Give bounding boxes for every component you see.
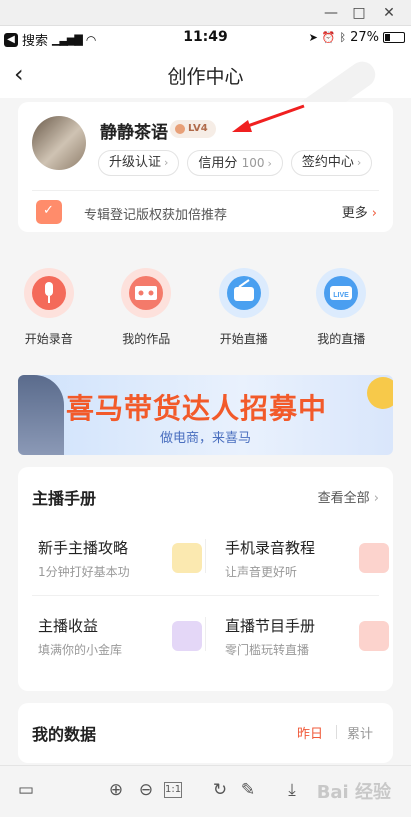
level-icon xyxy=(175,124,185,134)
divider xyxy=(32,190,379,191)
promo-banner[interactable]: 喜马带货达人招募中 做电商，来喜马 xyxy=(18,375,393,455)
coin-icon xyxy=(367,377,393,409)
credit-score-button[interactable]: 信用分 100 › xyxy=(187,150,283,176)
view-all-label: 查看全部 xyxy=(317,491,370,506)
maximize-button[interactable]: □ xyxy=(350,4,368,22)
radio-icon xyxy=(218,268,269,318)
chevron-right-icon: › xyxy=(356,156,362,169)
chevron-right-icon: › xyxy=(267,157,272,170)
phone-record-icon xyxy=(359,543,389,573)
quick-action-label: 我的作品 xyxy=(122,332,171,346)
promo-text[interactable]: 专辑登记版权获加倍推荐 xyxy=(84,204,227,223)
pill-label: 升级认证 xyxy=(109,155,162,170)
rotate-icon[interactable]: ↻ xyxy=(208,778,232,802)
quick-action-label: 开始直播 xyxy=(219,332,268,346)
level-label: LV4 xyxy=(188,123,208,134)
quick-action-my-live[interactable]: LIVE 我的直播 xyxy=(293,262,391,352)
quick-action-my-works[interactable]: 我的作品 xyxy=(98,262,196,352)
divider xyxy=(205,617,206,651)
microphone-icon xyxy=(23,268,74,318)
tab-yesterday[interactable]: 昨日 xyxy=(297,723,323,742)
chevron-right-icon: › xyxy=(164,156,169,169)
more-button[interactable]: 更多 › xyxy=(342,202,377,221)
guide-book-icon xyxy=(172,543,202,573)
page-title: 创作中心 xyxy=(167,66,244,88)
quick-action-label: 我的直播 xyxy=(317,332,366,346)
panel-toggle-icon[interactable]: ▭ xyxy=(14,778,38,802)
window-titlebar: — □ ✕ xyxy=(0,0,411,26)
section-title: 我的数据 xyxy=(32,725,97,744)
quick-actions: 开始录音 我的作品 开始直播 LIVE 我的直播 xyxy=(0,262,411,352)
watermark: Bai 经验 xyxy=(316,782,391,803)
minimize-button[interactable]: — xyxy=(322,4,340,22)
close-button[interactable]: ✕ xyxy=(380,4,398,22)
pill-label: 信用分 xyxy=(198,156,238,171)
profile-pills: 升级认证 › 信用分 100 › 签约中心 › xyxy=(98,150,373,176)
section-title: 主播手册 xyxy=(32,489,97,508)
battery-percent: 27% xyxy=(350,30,379,45)
anchor-handbook-card: 主播手册 查看全部 › 新手主播攻略 1分钟打好基本功 手机录音教程 让声音更好… xyxy=(18,467,393,691)
banner-title: 喜马带货达人招募中 xyxy=(66,392,328,425)
username[interactable]: 静静茶语 xyxy=(100,118,168,143)
download-icon[interactable]: ⤓ xyxy=(280,778,304,802)
wallet-icon xyxy=(172,621,202,651)
banner-subtitle: 做电商，来喜马 xyxy=(159,431,251,446)
manual-icon xyxy=(359,621,389,651)
quick-action-label: 开始录音 xyxy=(24,332,73,346)
profile-card: 静静茶语 LV4 升级认证› 信用分 100› 签约中心› 专辑登记版权获加倍推… xyxy=(18,102,393,232)
upgrade-certification-button[interactable]: 升级认证 › xyxy=(98,150,180,176)
edit-icon[interactable]: ✎ xyxy=(236,778,260,802)
quick-action-start-recording[interactable]: 开始录音 xyxy=(0,262,98,352)
pill-label: 签约中心 xyxy=(301,155,354,170)
quick-action-start-live[interactable]: 开始直播 xyxy=(195,262,293,352)
zoom-in-icon[interactable]: ⊕ xyxy=(104,778,128,802)
svg-text:LIVE: LIVE xyxy=(333,292,349,299)
annotation-arrow-icon xyxy=(232,104,305,132)
level-badge[interactable]: LV4 xyxy=(170,120,216,138)
my-data-card: 我的数据 昨日 累计 xyxy=(18,703,393,763)
guide-item-live-manual[interactable]: 直播节目手册 零门槛玩转直播 xyxy=(225,615,395,665)
chevron-right-icon: › xyxy=(373,491,379,506)
bluetooth-icon: ᛒ xyxy=(339,31,347,44)
cassette-icon xyxy=(121,268,172,318)
more-label: 更多 xyxy=(341,206,368,221)
avatar[interactable] xyxy=(32,116,86,170)
divider xyxy=(336,725,337,739)
chevron-right-icon: › xyxy=(371,206,377,221)
location-icon: ➤ xyxy=(308,31,318,44)
guide-item-earnings[interactable]: 主播收益 填满你的小金库 xyxy=(38,615,208,665)
zoom-out-icon[interactable]: ⊖ xyxy=(134,778,158,802)
calendar-check-icon xyxy=(36,200,62,224)
sign-center-button[interactable]: 签约中心 › xyxy=(290,150,373,176)
divider xyxy=(205,539,206,573)
view-all-button[interactable]: 查看全部 › xyxy=(318,487,379,506)
status-bar: ◀ 搜索 ▁▃▅▇ ◠ 11:49 ➤ ⏰ ᛒ 27% xyxy=(0,26,411,50)
nav-bar: ‹ 创作中心 xyxy=(0,50,411,130)
live-tv-icon: LIVE xyxy=(316,268,367,318)
tab-total[interactable]: 累计 xyxy=(347,723,373,742)
battery-icon xyxy=(383,32,405,43)
actual-size-icon[interactable]: 1:1 xyxy=(164,782,182,798)
guide-item-phone-recording[interactable]: 手机录音教程 让声音更好听 xyxy=(225,537,395,587)
credit-score-value: 100 xyxy=(241,156,265,170)
divider xyxy=(32,595,379,596)
alarm-icon: ⏰ xyxy=(321,31,336,44)
guide-item-beginner[interactable]: 新手主播攻略 1分钟打好基本功 xyxy=(38,537,208,587)
